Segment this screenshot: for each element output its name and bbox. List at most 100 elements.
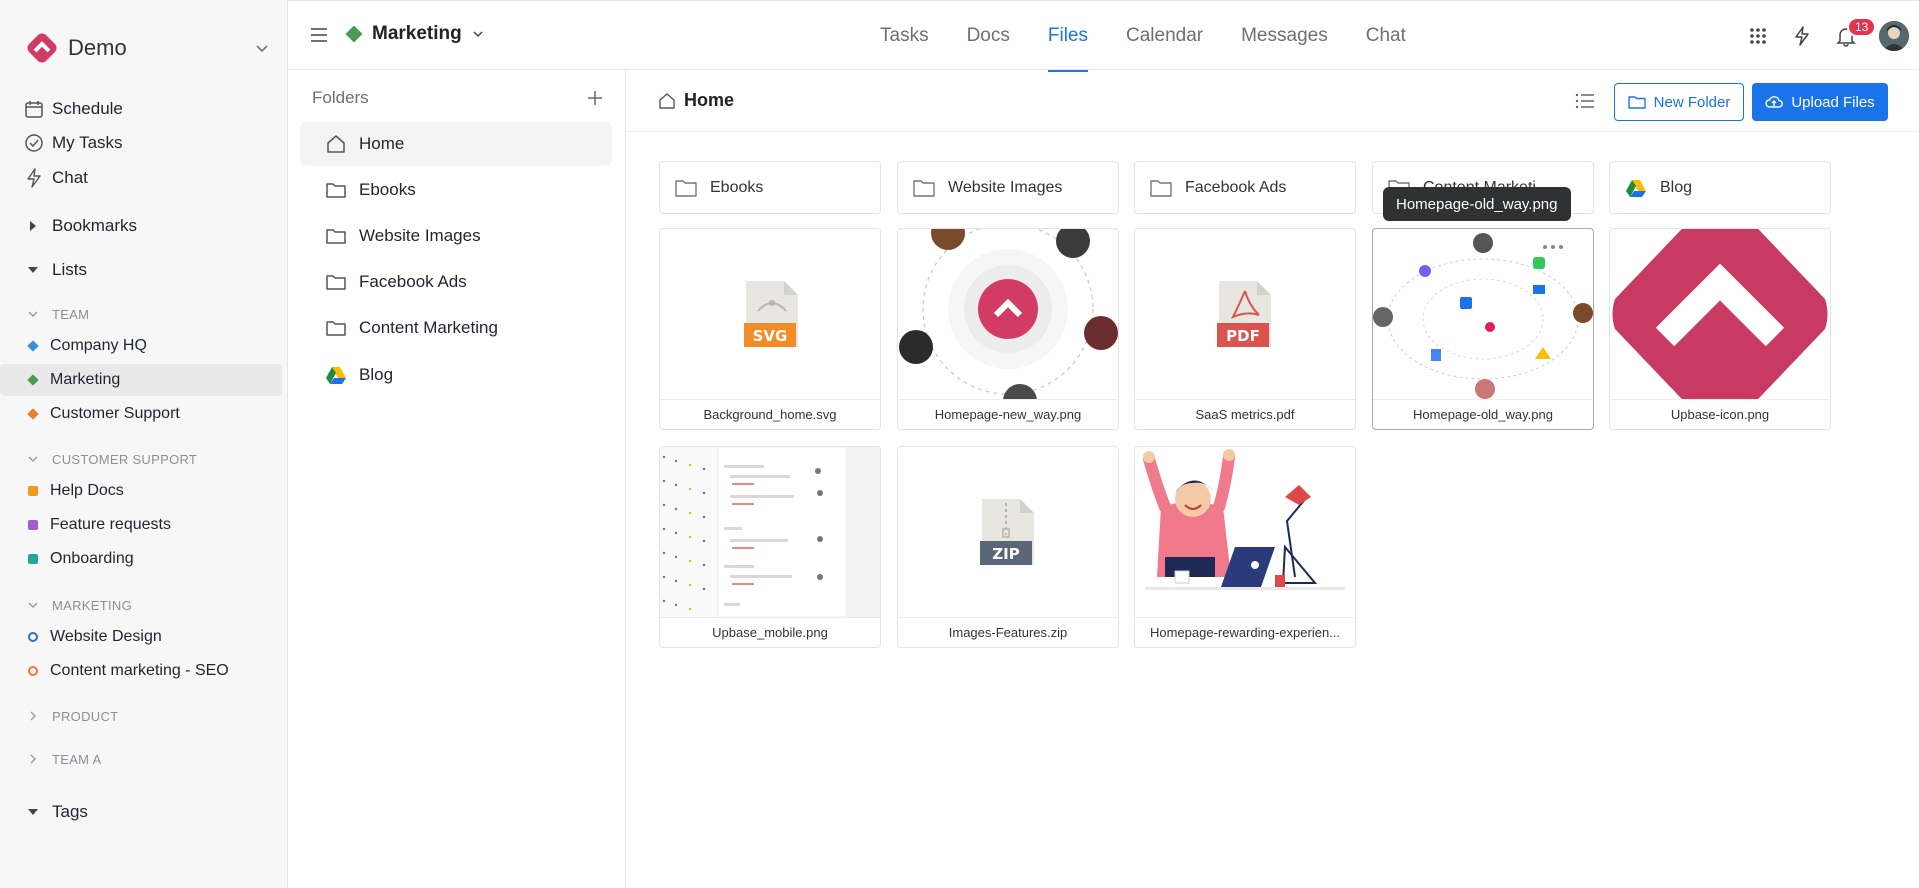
upload-files-button[interactable]: Upload Files [1752, 83, 1888, 121]
file-thumbnail [898, 229, 1118, 399]
list-view-icon[interactable] [1574, 91, 1596, 111]
folder-item-label: Facebook Ads [359, 272, 467, 291]
nav-my-tasks[interactable]: My Tasks [24, 130, 123, 156]
folder-icon [326, 275, 346, 290]
file-card-saas-metrics[interactable]: PDF SaaS metrics.pdf [1134, 228, 1356, 430]
list-item-marketing[interactable]: Marketing [0, 364, 282, 396]
folder-item-ebooks[interactable]: Ebooks [300, 168, 612, 212]
tab-tasks[interactable]: Tasks [880, 1, 929, 71]
file-thumbnail: ZIP [898, 447, 1118, 617]
section-bookmarks[interactable]: Bookmarks [28, 214, 137, 238]
upbase-logo-image [1610, 229, 1830, 399]
check-circle-icon [25, 134, 43, 152]
project-switcher[interactable]: Marketing [345, 23, 484, 45]
folder-card-label: Facebook Ads [1185, 178, 1287, 196]
folder-icon [913, 179, 935, 197]
section-tags[interactable]: Tags [28, 800, 88, 824]
file-card-images-features[interactable]: ZIP Images-Features.zip [897, 446, 1119, 648]
folder-item-website-images[interactable]: Website Images [300, 214, 612, 258]
chevron-down-icon[interactable] [255, 41, 269, 55]
tab-files[interactable]: Files [1047, 1, 1089, 72]
homepage-new-way-image [899, 229, 1118, 399]
file-card-homepage-old-way[interactable]: Homepage-old_way.png [1372, 228, 1594, 430]
file-thumbnail [1135, 447, 1355, 617]
user-avatar[interactable] [1879, 21, 1909, 51]
tab-chat[interactable]: Chat [1366, 1, 1406, 71]
file-name: Homepage-old_way.png [1373, 399, 1593, 429]
file-card-upbase-mobile[interactable]: Upbase_mobile.png [659, 446, 881, 648]
folder-item-home[interactable]: Home [300, 122, 612, 166]
list-item-feature-requests[interactable]: Feature requests [24, 509, 282, 541]
new-folder-label: New Folder [1653, 93, 1731, 111]
nav-schedule[interactable]: Schedule [24, 96, 123, 122]
section-tags-label: Tags [52, 802, 88, 821]
list-item-help-docs[interactable]: Help Docs [24, 475, 282, 507]
folder-card-label: Website Images [948, 178, 1063, 196]
svg-text:ZIP: ZIP [992, 545, 1019, 563]
folder-card-facebook-ads[interactable]: Facebook Ads [1134, 161, 1356, 214]
breadcrumb[interactable]: Home [658, 90, 734, 111]
lightning-icon[interactable] [1791, 25, 1813, 47]
nav-chat[interactable]: Chat [24, 165, 88, 191]
group-marketing[interactable]: MARKETING [28, 595, 132, 615]
chevron-down-icon [473, 31, 483, 38]
list-item-company-hq[interactable]: Company HQ [24, 330, 282, 362]
chevron-right-icon [30, 754, 36, 764]
calendar-icon [25, 101, 43, 118]
nav-my-tasks-label: My Tasks [52, 133, 123, 152]
section-lists[interactable]: Lists [28, 258, 87, 282]
notifications-button[interactable]: 13 [1835, 17, 1877, 47]
folder-item-content-marketing[interactable]: Content Marketing [300, 306, 612, 350]
file-card-background-home[interactable]: SVG Background_home.svg [659, 228, 881, 430]
list-item-label: Content marketing - SEO [50, 662, 229, 679]
folder-card-website-images[interactable]: Website Images [897, 161, 1119, 214]
celebrating-person-image [1143, 449, 1345, 590]
group-customer-support[interactable]: CUSTOMER SUPPORT [28, 449, 197, 469]
folders-header: Folders [312, 86, 604, 110]
list-color-marker [28, 632, 38, 642]
folder-item-facebook-ads[interactable]: Facebook Ads [300, 260, 612, 304]
folder-item-label: Ebooks [359, 180, 416, 199]
folders-title: Folders [312, 88, 369, 107]
list-item-label: Customer Support [50, 405, 180, 422]
list-color-marker [27, 408, 39, 420]
list-item-onboarding[interactable]: Onboarding [24, 543, 282, 575]
hamburger-menu-icon[interactable] [310, 27, 328, 43]
folder-icon [326, 321, 346, 336]
svg-text:PDF: PDF [1226, 327, 1260, 345]
tab-docs[interactable]: Docs [967, 1, 1010, 71]
group-customer-support-label: CUSTOMER SUPPORT [52, 451, 198, 467]
folder-card-blog[interactable]: Blog [1609, 161, 1831, 214]
list-item-website-design[interactable]: Website Design [24, 621, 282, 653]
upload-files-label: Upload Files [1791, 93, 1875, 111]
list-item-label: Help Docs [50, 482, 124, 499]
workspace-switcher[interactable]: Demo [24, 30, 269, 66]
tab-calendar[interactable]: Calendar [1126, 1, 1203, 71]
folders-panel: Folders Home Ebooks Website Images Faceb… [288, 70, 626, 888]
add-folder-icon[interactable] [586, 89, 604, 107]
lightning-icon [27, 168, 41, 188]
group-product[interactable]: PRODUCT [28, 706, 118, 726]
list-item-content-seo[interactable]: Content marketing - SEO [24, 655, 282, 687]
section-lists-label: Lists [52, 260, 87, 279]
tab-messages[interactable]: Messages [1241, 1, 1328, 71]
file-card-homepage-rewarding[interactable]: Homepage-rewarding-experien... [1134, 446, 1356, 648]
group-team[interactable]: TEAM [28, 304, 89, 324]
file-card-homepage-new-way[interactable]: Homepage-new_way.png [897, 228, 1119, 430]
file-thumbnail [660, 447, 880, 617]
file-card-upbase-icon[interactable]: Upbase-icon.png [1609, 228, 1831, 430]
chevron-down-icon [28, 456, 38, 462]
apps-grid-icon[interactable] [1747, 25, 1769, 47]
list-item-customer-support[interactable]: Customer Support [24, 398, 282, 430]
list-item-label: Onboarding [50, 550, 134, 567]
group-team-a[interactable]: TEAM A [28, 749, 101, 769]
new-folder-button[interactable]: New Folder [1614, 83, 1744, 121]
folder-icon [1627, 96, 1646, 109]
list-color-marker [28, 554, 38, 564]
list-color-marker [27, 340, 39, 352]
folder-item-blog[interactable]: Blog [300, 353, 612, 397]
file-name: Homepage-new_way.png [898, 399, 1118, 429]
folder-card-ebooks[interactable]: Ebooks [659, 161, 881, 214]
section-bookmarks-label: Bookmarks [52, 216, 138, 235]
list-item-label: Website Design [50, 628, 162, 645]
